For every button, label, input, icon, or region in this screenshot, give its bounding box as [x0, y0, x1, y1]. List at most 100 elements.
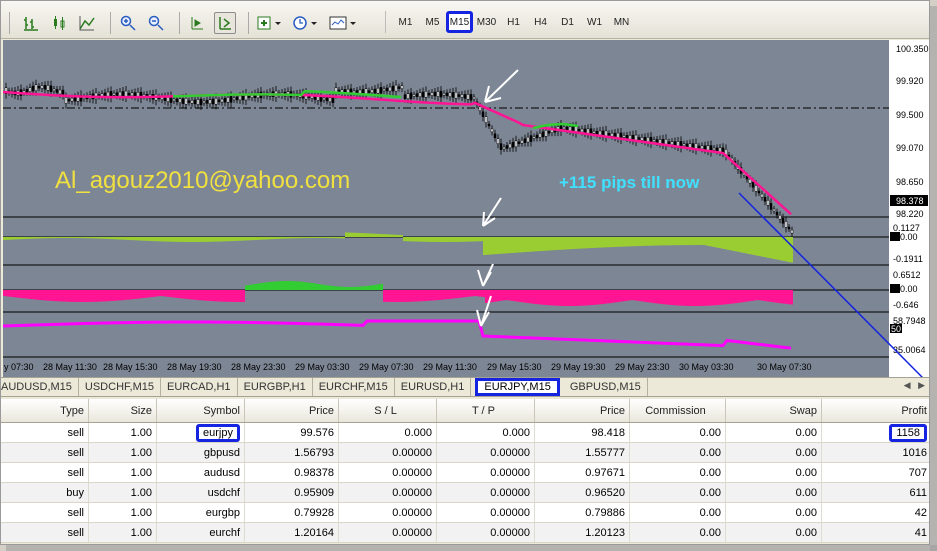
tab-eurjpy[interactable]: EURJPY,M15	[475, 378, 560, 396]
trade-symbol-value: gbpusd	[203, 446, 240, 459]
price-label: 98.220	[896, 209, 924, 219]
trade-type-value: buy	[66, 486, 84, 499]
trade-size: 1.00	[89, 483, 157, 502]
tab-eurusd[interactable]: EURUSD,H1	[395, 378, 472, 396]
pips-overlay: +115 pips till now	[559, 173, 700, 192]
time-label: 28 May 15:30	[103, 362, 158, 372]
ind2-label: -0.646	[893, 300, 919, 310]
swap: 0.00	[726, 443, 822, 462]
header-tp[interactable]: T / P	[437, 399, 535, 422]
line-chart-icon[interactable]	[76, 12, 98, 34]
header-price[interactable]: Price	[245, 399, 339, 422]
trade-size-value: 1.00	[130, 506, 152, 519]
take-profit-value: 0.00000	[490, 466, 530, 479]
header-size[interactable]: Size	[89, 399, 157, 422]
current-price: 0.96520	[535, 483, 630, 502]
stop-loss-value: 0.00000	[392, 506, 432, 519]
current-price-label: 98.378	[896, 196, 924, 206]
autoscroll-icon[interactable]	[214, 12, 236, 34]
indicators-icon[interactable]	[255, 12, 285, 34]
stop-loss-value: 0.000	[404, 426, 432, 439]
take-profit: 0.00000	[437, 463, 535, 482]
header-sl[interactable]: S / L	[339, 399, 437, 422]
time-label: 30 May 03:30	[679, 362, 734, 372]
open-price: 0.79928	[245, 503, 339, 522]
table-row[interactable]: sell 1.00 audusd 0.98378 0.00000 0.00000 0.976…	[1, 463, 929, 483]
time-label: 29 May 15:30	[487, 362, 542, 372]
tab-usdchf[interactable]: USDCHF,M15	[79, 378, 161, 396]
timeframe-h4[interactable]: H4	[527, 11, 554, 33]
profit: 611	[822, 483, 929, 502]
table-row[interactable]: sell 1.00 eurjpy 99.576 0.000 0.000 98.418 0.00…	[1, 423, 929, 443]
profit: 1158	[822, 423, 929, 442]
header-symbol[interactable]: Symbol	[157, 399, 245, 422]
price-chart[interactable]: 100.350 99.920 99.500 99.070 98.650 98.3…	[3, 40, 929, 378]
trade-type: sell	[1, 423, 89, 442]
table-row[interactable]: sell 1.00 eurchf 1.20164 0.00000 0.00000 1.201…	[1, 523, 929, 543]
tab-eurcad[interactable]: EURCAD,H1	[161, 378, 238, 396]
header-commission[interactable]: Commission	[630, 399, 726, 422]
candlestick-icon[interactable]	[48, 12, 70, 34]
bar-chart-icon[interactable]	[20, 12, 42, 34]
time-label: 28 May 11:30	[43, 362, 97, 372]
take-profit: 0.00000	[437, 483, 535, 502]
tab-eurchf[interactable]: EURCHF,M15	[313, 378, 395, 396]
table-row[interactable]: sell 1.00 eurgbp 0.79928 0.00000 0.00000 0.798…	[1, 503, 929, 523]
current-price-value: 0.79886	[585, 506, 625, 519]
timeframe-m1[interactable]: M1	[392, 11, 419, 33]
periods-icon[interactable]	[291, 12, 321, 34]
stop-loss: 0.00000	[339, 523, 437, 542]
open-price: 1.56793	[245, 443, 339, 462]
table-row[interactable]: buy 1.00 usdchf 0.95909 0.00000 0.00000 0.9652…	[1, 483, 929, 503]
current-price: 0.79886	[535, 503, 630, 522]
header-profit[interactable]: Profit	[822, 399, 929, 422]
timeframe-m5[interactable]: M5	[419, 11, 446, 33]
trade-size: 1.00	[89, 523, 157, 542]
timeframe-d1[interactable]: D1	[554, 11, 581, 33]
timeframe-m30[interactable]: M30	[473, 11, 500, 33]
current-price-value: 0.97671	[585, 466, 625, 479]
open-price-value: 1.20164	[294, 526, 334, 539]
stop-loss-value: 0.00000	[392, 466, 432, 479]
timeframe-mn[interactable]: MN	[608, 11, 635, 33]
table-row[interactable]: sell 1.00 gbpusd 1.56793 0.00000 0.00000 1.557…	[1, 443, 929, 463]
profit-value: 1016	[902, 446, 927, 459]
swap-value: 0.00	[795, 426, 817, 439]
time-label: 29 May 23:30	[615, 362, 670, 372]
chart-plot-area	[3, 40, 889, 378]
trade-type-value: sell	[67, 426, 84, 439]
header-type[interactable]: Type	[1, 399, 89, 422]
templates-icon[interactable]	[327, 12, 359, 34]
header-current-price[interactable]: Price	[535, 399, 630, 422]
header-swap[interactable]: Swap	[726, 399, 822, 422]
tab-gbpusd[interactable]: GBPUSD,M15	[564, 378, 648, 396]
trade-size: 1.00	[89, 443, 157, 462]
swap: 0.00	[726, 523, 822, 542]
trade-symbol-value: usdchf	[207, 486, 240, 499]
tab-audusd[interactable]: AUDUSD,M15	[1, 378, 79, 396]
current-price-value: 98.418	[591, 426, 625, 439]
commission-value: 0.00	[699, 466, 721, 479]
commission-value: 0.00	[699, 506, 721, 519]
timeframe-w1[interactable]: W1	[581, 11, 608, 33]
time-label: 29 May 11:30	[423, 362, 477, 372]
open-price-value: 99.576	[300, 426, 334, 439]
zoom-out-icon[interactable]	[145, 12, 167, 34]
timeframe-h1[interactable]: H1	[500, 11, 527, 33]
stop-loss: 0.000	[339, 423, 437, 442]
tab-eurgbp[interactable]: EURGBP,H1	[238, 378, 313, 396]
tab-scroll-arrows[interactable]: ◀ ▶	[904, 380, 925, 391]
price-label: 99.500	[896, 110, 924, 120]
zoom-in-icon[interactable]	[117, 12, 139, 34]
commission: 0.00	[630, 503, 726, 522]
current-price: 1.20123	[535, 523, 630, 542]
chart-shift-icon[interactable]	[186, 12, 208, 34]
timeframe-m15[interactable]: M15	[446, 11, 473, 33]
ind2-label: 0.6512	[893, 270, 921, 280]
trade-type-value: sell	[67, 446, 84, 459]
table-body: sell 1.00 eurjpy 99.576 0.000 0.000 98.418 0.00…	[1, 423, 929, 543]
current-price: 98.418	[535, 423, 630, 442]
time-label: y 07:30	[4, 362, 34, 372]
trade-size-value: 1.00	[130, 426, 152, 439]
chart-tabs: AUDUSD,M15 USDCHF,M15 EURCAD,H1 EURGBP,H…	[1, 377, 929, 397]
